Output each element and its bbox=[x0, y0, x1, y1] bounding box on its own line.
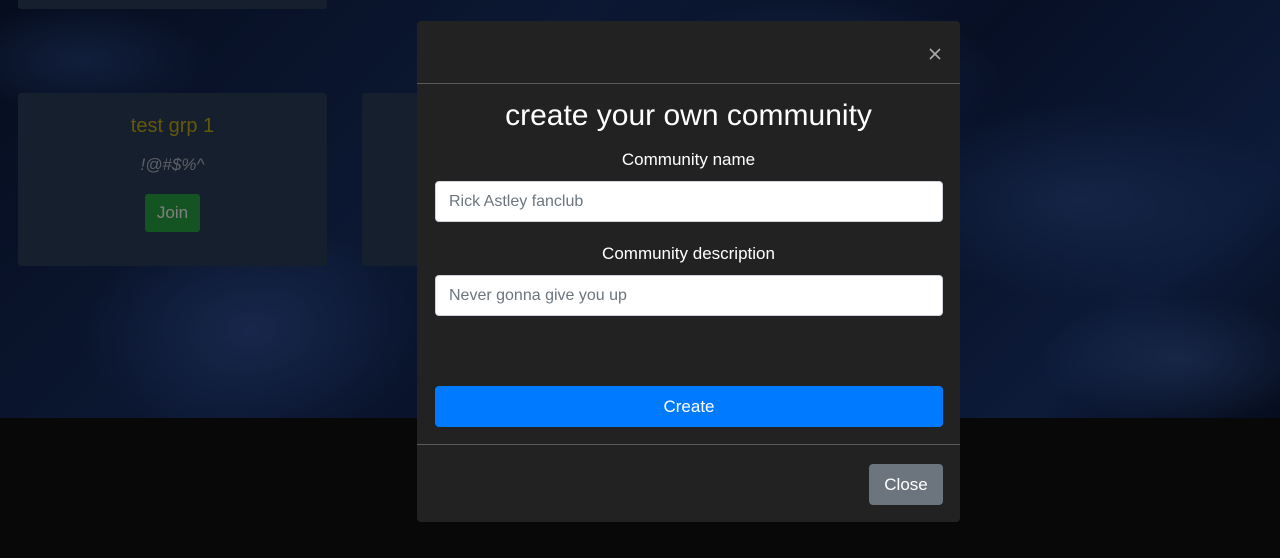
close-button[interactable]: Close bbox=[869, 464, 943, 505]
modal-body: create your own community Community name… bbox=[417, 84, 960, 444]
close-icon[interactable] bbox=[927, 46, 943, 62]
modal-title: create your own community bbox=[505, 99, 872, 132]
modal-footer: Close bbox=[417, 444, 960, 523]
modal-header bbox=[417, 21, 960, 84]
community-description-label: Community description bbox=[602, 244, 775, 263]
page: test grp 1 !@#$%^ Join create your own c… bbox=[0, 0, 1280, 558]
community-name-label: Community name bbox=[621, 150, 756, 169]
community-description-input[interactable] bbox=[435, 275, 943, 316]
create-button[interactable]: Create bbox=[435, 386, 943, 427]
community-name-input[interactable] bbox=[435, 181, 943, 222]
create-community-modal: create your own community Community name… bbox=[417, 21, 960, 522]
